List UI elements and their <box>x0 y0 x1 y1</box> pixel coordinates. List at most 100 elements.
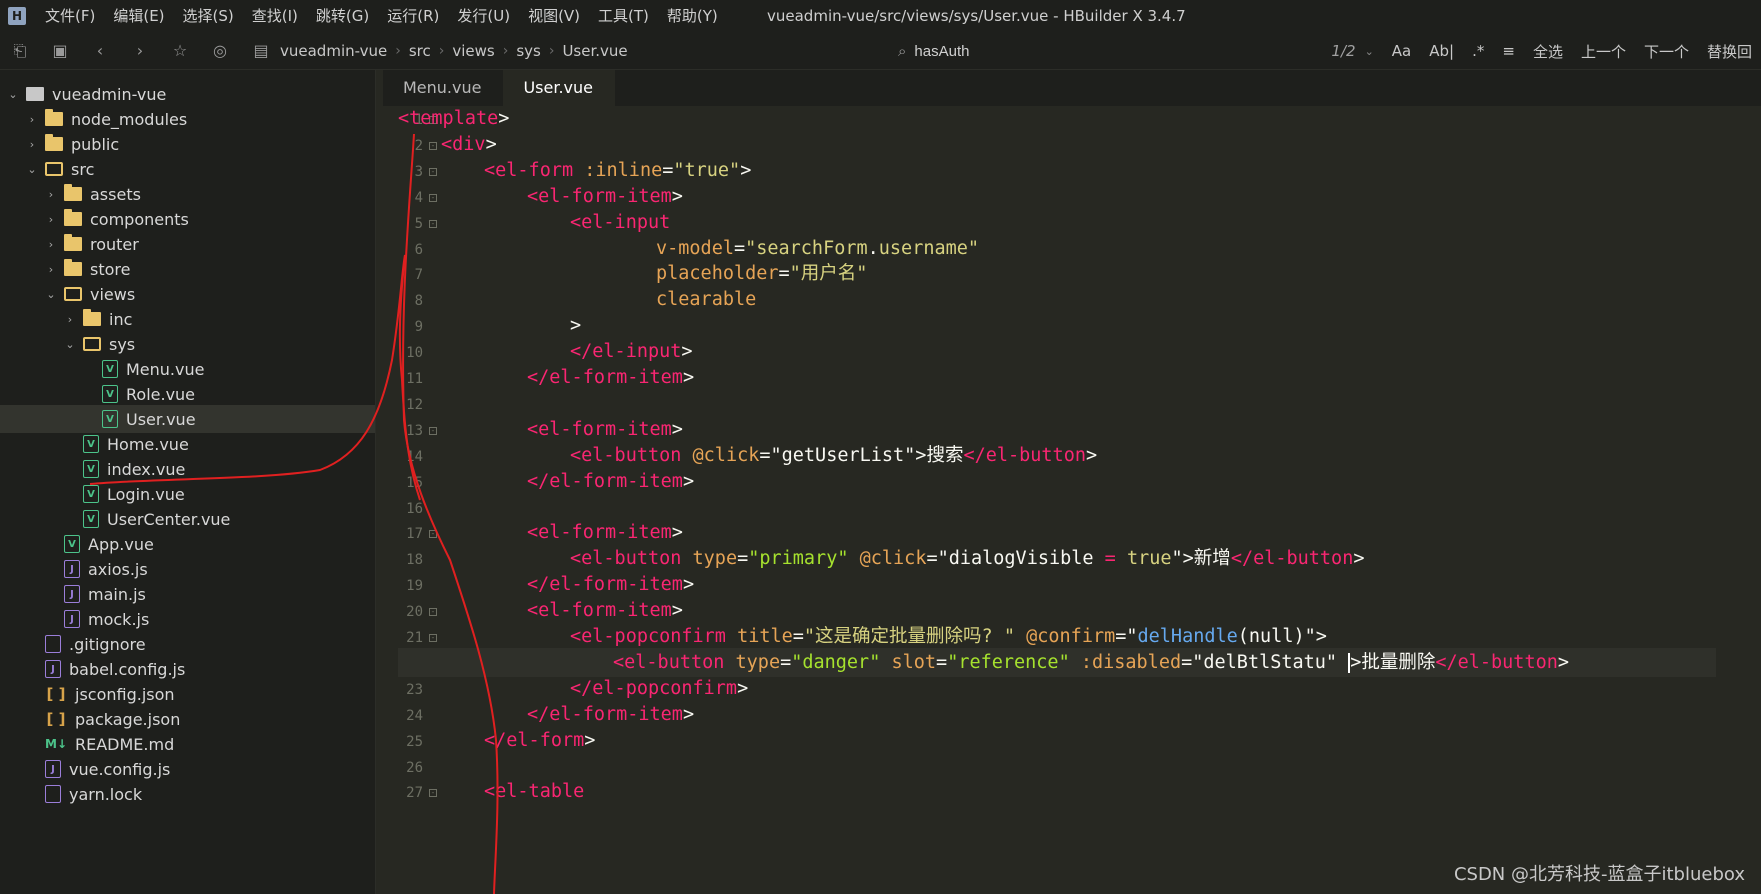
find-option-button[interactable]: 下一个 <box>1635 41 1698 62</box>
chevron-down-icon[interactable]: ⌄ <box>1365 45 1383 58</box>
tree-item[interactable]: ⌄ views <box>0 280 375 308</box>
chevron-right-icon[interactable]: › <box>63 313 77 326</box>
tree-item[interactable]: ⌄ sys <box>0 330 375 358</box>
find-option-button[interactable]: 全选 <box>1524 41 1572 62</box>
tree-item[interactable]: › assets <box>0 180 375 208</box>
chevron-down-icon[interactable]: ⌄ <box>44 288 58 301</box>
tree-item[interactable]: Jbabel.config.js <box>0 655 375 683</box>
menu-item[interactable]: 查找(I) <box>243 0 307 32</box>
chevron-down-icon[interactable]: ⌄ <box>63 338 77 351</box>
tree-item[interactable]: V Role.vue <box>0 380 375 408</box>
code-line[interactable]: <el-form-item> <box>398 415 683 444</box>
chevron-down-icon[interactable]: ⌄ <box>25 163 39 176</box>
chevron-right-icon[interactable]: › <box>25 113 39 126</box>
menu-item[interactable]: 视图(V) <box>519 0 589 32</box>
tree-item[interactable]: Vindex.vue <box>0 455 375 483</box>
tree-item[interactable]: Jaxios.js <box>0 555 375 583</box>
find-option-button[interactable]: .* <box>1463 42 1493 60</box>
menu-item[interactable]: 帮助(Y) <box>658 0 727 32</box>
find-option-button[interactable]: ≡ <box>1493 42 1524 60</box>
menu-item[interactable]: 运行(R) <box>378 0 448 32</box>
breadcrumb-item[interactable]: sys <box>508 42 549 60</box>
editor-tab[interactable]: Menu.vue <box>383 70 503 106</box>
code-line[interactable]: <el-button type="primary" @click="dialog… <box>398 544 1364 573</box>
tree-item[interactable]: M↓ README.md <box>0 730 375 758</box>
tree-item[interactable]: yarn.lock <box>0 780 375 808</box>
tree-item[interactable]: Jvue.config.js <box>0 755 375 783</box>
code-line[interactable]: <el-button @click="getUserList">搜索</el-b… <box>398 441 1097 470</box>
tree-item[interactable]: .gitignore <box>0 630 375 658</box>
breadcrumb-item[interactable]: vueadmin-vue <box>272 42 395 60</box>
new-file-icon[interactable]: ⎗ <box>0 32 40 70</box>
code-line[interactable]: </el-input> <box>398 337 693 366</box>
back-arrow-icon[interactable]: ‹ <box>80 32 120 70</box>
tree-item[interactable]: V App.vue <box>0 530 375 558</box>
code-line[interactable]: <el-form-item> <box>398 596 683 625</box>
code-line[interactable]: <el-input <box>398 208 670 237</box>
app-logo[interactable]: H <box>0 0 34 32</box>
code-line[interactable]: <el-popconfirm title="这是确定批量删除吗? " @conf… <box>398 622 1327 651</box>
chevron-right-icon[interactable]: › <box>44 238 58 251</box>
run-icon[interactable]: ◎ <box>200 32 240 70</box>
find-option-button[interactable]: Ab| <box>1420 42 1463 60</box>
tree-item[interactable]: › inc <box>0 305 375 333</box>
tree-item[interactable]: Jmain.js <box>0 580 375 608</box>
code-line[interactable]: </el-form> <box>398 726 595 755</box>
code-token: " <box>1126 626 1138 647</box>
menu-item[interactable]: 发行(U) <box>448 0 519 32</box>
breadcrumb-item[interactable]: views <box>444 42 502 60</box>
code-line[interactable]: <el-table <box>398 777 584 806</box>
code-line[interactable]: </el-form-item> <box>398 363 694 392</box>
save-icon[interactable]: ▣ <box>40 32 80 70</box>
tree-item[interactable]: › node_modules <box>0 105 375 133</box>
menu-item[interactable]: 文件(F) <box>36 0 104 32</box>
find-option-button[interactable]: Aa <box>1383 42 1420 60</box>
menu-item[interactable]: 选择(S) <box>174 0 243 32</box>
tree-item[interactable]: Jmock.js <box>0 605 375 633</box>
chevron-right-icon[interactable]: › <box>25 138 39 151</box>
code-line[interactable]: <el-form-item> <box>398 182 683 211</box>
tree-item[interactable]: › public <box>0 130 375 158</box>
forward-arrow-icon[interactable]: › <box>120 32 160 70</box>
find-option-button[interactable]: 替换回 <box>1698 41 1761 62</box>
chevron-right-icon[interactable]: › <box>44 213 58 226</box>
tree-item[interactable]: [ ] package.json <box>0 705 375 733</box>
code-line[interactable]: clearable <box>398 285 756 314</box>
tree-item[interactable]: › components <box>0 205 375 233</box>
tree-item[interactable]: › router <box>0 230 375 258</box>
chevron-right-icon[interactable]: › <box>44 188 58 201</box>
code-line[interactable]: <div> <box>398 130 497 159</box>
code-line[interactable]: <el-button type="danger" slot="reference… <box>398 647 1716 677</box>
code-editor[interactable]: 1-2-3-4-5-6 7 8 9 10 11 12 13-14 15 16 17-18 19 20-2… <box>383 106 1761 894</box>
tree-item[interactable]: V Login.vue <box>0 480 375 508</box>
code-line[interactable]: v-model="searchForm.username" <box>398 234 979 263</box>
tree-item-label: node_modules <box>71 109 188 129</box>
code-line[interactable]: </el-form-item> <box>398 570 694 599</box>
breadcrumb-item[interactable]: User.vue <box>554 42 635 60</box>
code-line[interactable]: </el-form-item> <box>398 467 694 496</box>
chevron-right-icon[interactable]: › <box>44 263 58 276</box>
breadcrumb-item[interactable]: src <box>401 42 439 60</box>
code-line[interactable]: <el-form :inline="true"> <box>398 156 751 185</box>
tree-item[interactable]: ⌄ vueadmin-vue <box>0 80 375 108</box>
menu-item[interactable]: 跳转(G) <box>307 0 378 32</box>
menu-item[interactable]: 编辑(E) <box>104 0 173 32</box>
code-line[interactable]: <el-form-item> <box>398 518 683 547</box>
code-line[interactable]: </el-form-item> <box>398 700 694 729</box>
tree-item[interactable]: ⌄ src <box>0 155 375 183</box>
tree-item[interactable]: [ ] jsconfig.json <box>0 680 375 708</box>
code-line[interactable]: placeholder="用户名" <box>398 259 867 288</box>
search-input[interactable] <box>914 42 1275 60</box>
tree-item[interactable]: › store <box>0 255 375 283</box>
code-line[interactable]: > <box>398 311 581 340</box>
editor-tab[interactable]: User.vue <box>503 70 616 106</box>
tree-item[interactable]: V Home.vue <box>0 430 375 458</box>
find-option-button[interactable]: 上一个 <box>1572 41 1635 62</box>
tree-item[interactable]: V Menu.vue <box>0 355 375 383</box>
menu-item[interactable]: 工具(T) <box>589 0 658 32</box>
tree-item[interactable]: V UserCenter.vue <box>0 505 375 533</box>
star-icon[interactable]: ☆ <box>160 32 200 70</box>
chevron-down-icon[interactable]: ⌄ <box>6 88 20 101</box>
tree-item[interactable]: V User.vue <box>0 405 375 433</box>
code-line[interactable]: </el-popconfirm> <box>398 674 748 703</box>
